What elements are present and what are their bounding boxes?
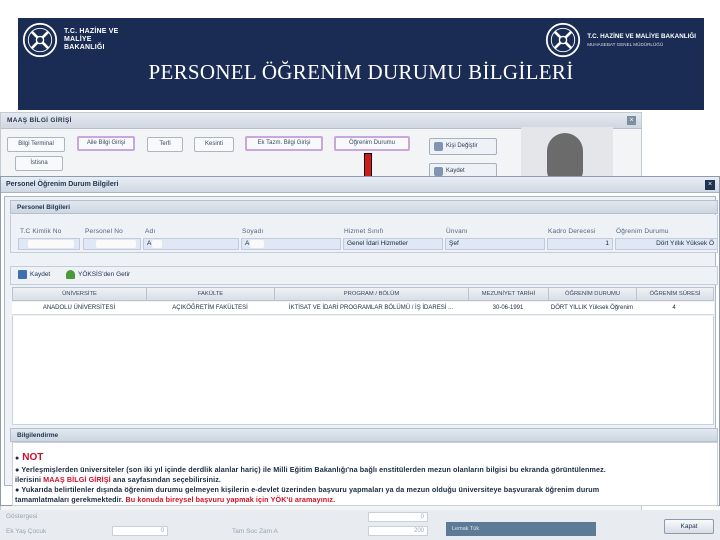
page-title: PERSONEL ÖĞRENİM DURUMU BİLGİLERİ (148, 60, 574, 84)
redacted-mask (250, 240, 264, 248)
aile-bilgi-girisi-button[interactable]: Aile Bilgi Girişi (77, 136, 135, 151)
personel-no-label: Personel No (85, 228, 123, 235)
ministry-logo-right: T.C. HAZİNE VE MALİYE BAKANLIĞI MUHASEBA… (545, 22, 696, 58)
note-line-1: ● Yerleşmişlerden üniversiteler (son iki… (15, 465, 606, 474)
bottom-dark-label: Lemak Tük (446, 522, 596, 536)
ministry-emblem-icon (22, 22, 58, 58)
column-header[interactable]: ÖĞRENİM SÜRESİ (637, 288, 713, 300)
column-header[interactable]: ÜNİVERSİTE (13, 288, 147, 300)
ogrenim-durumu-label: Öğrenim Durumu (616, 228, 669, 235)
swap-person-icon (434, 142, 443, 151)
kaydet-button[interactable]: Kaydet (18, 270, 50, 279)
redacted-mask (28, 240, 74, 248)
ministry-name-right: T.C. HAZİNE VE MALİYE BAKANLIĞI (587, 32, 696, 40)
kisi-degistir-button[interactable]: Kişi Değiştir (429, 138, 497, 155)
save-icon (18, 270, 27, 279)
table-cell: 30-06-1991 (492, 305, 524, 311)
kadro-derecesi-label: Kadro Derecesi (548, 228, 596, 235)
bilgilendirme-header: Bilgilendirme (10, 428, 718, 442)
table-cell: İKTİSAT VE İDARİ PROGRAMLAR BÖLÜMÜ / İŞ … (288, 305, 454, 311)
unvani-field[interactable]: Şef (445, 238, 545, 250)
redacted-mask (152, 240, 162, 248)
kadro-derecesi-field[interactable]: 1 (547, 238, 613, 250)
kapat-button[interactable]: Kapat (664, 519, 714, 534)
tc-kimlik-label: T.C Kimlik No (20, 228, 62, 235)
bilgi-terminal-button[interactable]: Bilgi Terminal (7, 137, 65, 152)
column-header[interactable]: MEZUNİYET TARİHİ (469, 288, 549, 300)
ministry-logo-left: T.C. HAZİNE VE MALİYE BAKANLIĞI (22, 22, 134, 58)
terfi-button[interactable]: Terfi (147, 137, 183, 152)
note-line-2: ilerisini MAAŞ BİLGİ GİRİŞİ ana sayfasın… (15, 475, 222, 484)
dialog-title: Personel Öğrenim Durum Bilgileri (1, 177, 719, 193)
hizmet-sinifi-label: Hizmet Sınıfı (344, 228, 384, 235)
dialog-close-icon[interactable]: × (705, 180, 715, 190)
note-title: ● NOT (15, 452, 44, 463)
ministry-subtitle-right: MUHASEBAT GENEL MÜDÜRLÜĞÜ (587, 41, 664, 47)
bottom-field[interactable]: 0 (112, 526, 168, 536)
bottom-label: Göstergesi (6, 513, 38, 520)
grid-empty-area (12, 316, 714, 425)
table-cell: AÇIKÖĞRETİM FAKÜLTESİ (172, 305, 248, 311)
redacted-mask (96, 240, 136, 248)
column-header[interactable]: FAKÜLTE (147, 288, 275, 300)
personel-bilgileri-header: Personel Bilgileri (10, 200, 718, 214)
grid-header: ÜNİVERSİTE FAKÜLTE PROGRAM / BÖLÜM MEZUN… (12, 287, 714, 301)
person-import-icon (66, 270, 75, 279)
note-line-4: tamamlatmaları gerekmektedir. Bu konuda … (15, 495, 336, 504)
yoksis-getir-button[interactable]: YÖKSİS'den Getir (66, 270, 130, 279)
kesinti-button[interactable]: Kesinti (194, 137, 234, 152)
bottom-label: Ek Yaş Çocuk (6, 528, 47, 535)
back-form-bottom-fields: Göstergesi Ek Yaş Çocuk 0 Tam Soc Zam A … (0, 510, 720, 540)
column-header[interactable]: PROGRAM / BÖLÜM (275, 288, 469, 300)
ministry-emblem-icon (546, 22, 581, 58)
table-cell: ANADOLU ÜNİVERSİTESİ (42, 305, 116, 311)
save-icon (434, 167, 443, 176)
table-cell: 4 (672, 305, 676, 311)
ek-tazm-bilgi-girisi-button[interactable]: Ek Tazm. Bilgi Girişi (245, 136, 323, 151)
ogrenim-durumu-field[interactable]: Dört Yıllık Yüksek Ö (615, 238, 718, 250)
column-header[interactable]: ÖĞRENİM DURUMU (549, 288, 637, 300)
table-row[interactable]: ANADOLU ÜNİVERSİTESİ AÇIKÖĞRETİM FAKÜLTE… (12, 302, 714, 315)
bilgilendirme-panel: ● NOT ● Yerleşmişlerden üniversiteler (so… (12, 442, 718, 506)
note-line-3: ● Yukarıda belirtilenler dışında öğrenim… (15, 485, 600, 494)
adi-label: Adı (145, 228, 156, 235)
hizmet-sinifi-field[interactable]: Genel İdari Hizmetler (343, 238, 443, 250)
bottom-field[interactable]: 0 (368, 512, 428, 522)
bottom-label: Tam Soc Zam A (232, 528, 278, 535)
unvani-label: Ünvanı (446, 228, 468, 235)
table-cell: DÖRT YILLIK Yüksek Öğrenim (550, 305, 634, 311)
back-form-close-icon[interactable]: × (627, 116, 636, 125)
istisna-button[interactable]: İstisna (15, 156, 63, 171)
header-banner: T.C. HAZİNE VE MALİYE BAKANLIĞI T.C. HAZ… (18, 18, 704, 110)
ogrenim-durumu-button[interactable]: Öğrenim Durumu (334, 136, 410, 151)
bottom-field[interactable]: 200 (368, 526, 428, 536)
soyadi-label: Soyadı (242, 228, 264, 235)
ministry-name-left: T.C. HAZİNE VE MALİYE BAKANLIĞI (64, 28, 119, 51)
